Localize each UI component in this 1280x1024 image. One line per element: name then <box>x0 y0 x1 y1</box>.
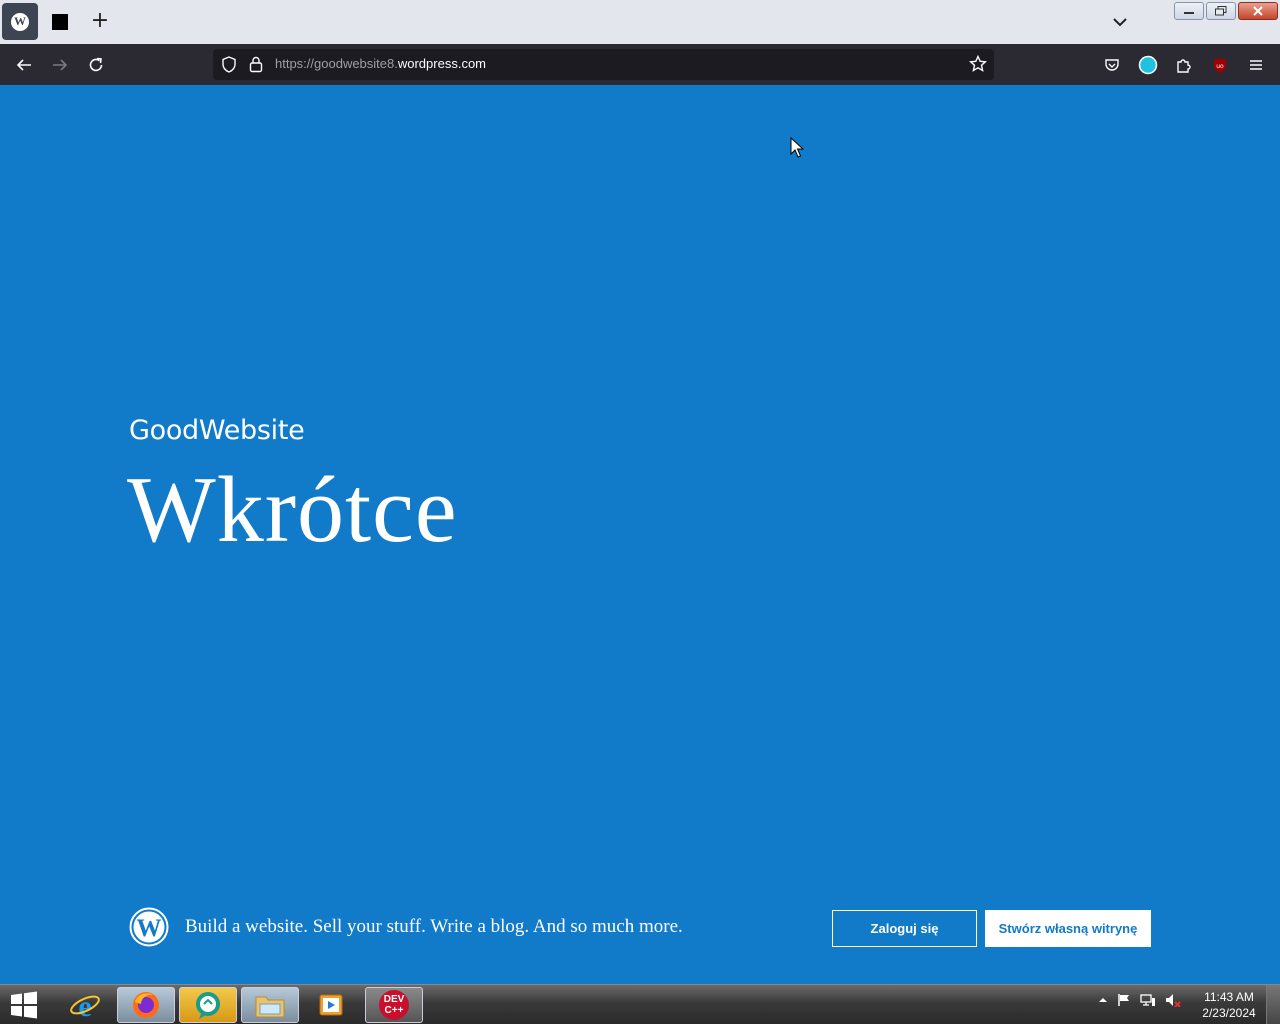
folder-icon <box>255 996 285 1018</box>
extensions-button[interactable] <box>1171 52 1197 78</box>
tab-strip: W + <box>0 0 1280 44</box>
url-domain: wordpress.com <box>397 56 486 71</box>
site-title: GoodWebsite <box>129 415 305 446</box>
close-icon <box>1253 6 1263 16</box>
tab-wordpress[interactable]: W <box>2 3 38 40</box>
taskbar-chat-app[interactable] <box>179 987 237 1023</box>
shield-icon[interactable] <box>221 56 237 73</box>
page-content: GoodWebsite Wkrótce W Build a website. S… <box>0 85 1280 984</box>
taskbar-file-explorer[interactable] <box>241 987 299 1023</box>
url-prefix: https://goodwebsite8. <box>275 56 398 71</box>
clock-time: 11:43 AM <box>1204 990 1254 1004</box>
chevron-down-icon[interactable] <box>1110 12 1130 32</box>
ublock-button[interactable]: uo <box>1207 52 1233 78</box>
reload-icon <box>89 57 103 72</box>
svg-text:e: e <box>78 990 91 1021</box>
forward-button[interactable] <box>47 52 73 78</box>
pocket-icon <box>1105 59 1119 71</box>
show-desktop-button[interactable] <box>1266 985 1280 1024</box>
account-button[interactable] <box>1135 52 1161 78</box>
action-center-flag-icon[interactable] <box>1117 993 1131 1007</box>
restore-button[interactable] <box>1206 2 1236 20</box>
media-player-icon <box>319 994 343 1016</box>
url-bar[interactable]: https://goodwebsite8.wordpress.com <box>213 49 994 80</box>
window-controls <box>1174 2 1278 20</box>
chat-bubble-icon <box>196 992 220 1019</box>
clock-date: 2/23/2024 <box>1202 1006 1256 1020</box>
dev-cpp-label-top: DEV <box>383 994 405 1005</box>
tray-expand-icon[interactable] <box>1098 995 1108 1005</box>
hamburger-icon <box>1250 60 1262 70</box>
wordpress-favicon-icon: W <box>11 12 29 31</box>
forward-arrow-icon <box>53 59 68 71</box>
promo-footer: W Build a website. Sell your stuff. Writ… <box>129 907 1151 947</box>
close-button[interactable] <box>1238 2 1278 20</box>
create-site-button[interactable]: Stwórz własną witrynę <box>985 910 1151 947</box>
internet-explorer-icon: e <box>70 990 100 1021</box>
menu-button[interactable] <box>1243 52 1269 78</box>
dev-cpp-label-bottom: C++ <box>384 1005 404 1016</box>
mouse-cursor-icon <box>790 137 804 158</box>
coming-soon-heading: Wkrótce <box>127 458 458 562</box>
wordpress-logo-icon[interactable]: W <box>129 907 169 947</box>
minimize-icon <box>1184 12 1194 14</box>
taskbar-dev-cpp[interactable]: DEV C++ <box>365 987 423 1023</box>
network-icon[interactable] <box>1140 993 1156 1007</box>
svg-text:uo: uo <box>1216 63 1224 70</box>
back-button[interactable] <box>11 52 37 78</box>
account-avatar-icon <box>1138 55 1158 75</box>
navigation-toolbar: https://goodwebsite8.wordpress.com uo <box>0 44 1280 85</box>
ublock-shield-icon: uo <box>1214 57 1226 73</box>
volume-muted-icon[interactable] <box>1165 993 1181 1007</box>
svg-text:W: W <box>137 915 162 942</box>
new-tab-button[interactable]: + <box>88 10 112 34</box>
pocket-button[interactable] <box>1099 52 1125 78</box>
firefox-icon <box>133 992 159 1018</box>
bookmark-star-icon[interactable] <box>969 55 987 73</box>
restore-icon <box>1215 6 1227 16</box>
puzzle-icon <box>1177 59 1191 73</box>
reload-button[interactable] <box>83 52 109 78</box>
taskbar-media-player[interactable] <box>302 987 360 1023</box>
taskbar: e DEV C++ 11:43 AM 2/23/2024 <box>0 984 1280 1024</box>
system-tray <box>1098 993 1181 1007</box>
windows-start-icon[interactable] <box>6 989 42 1021</box>
tagline-text: Build a website. Sell your stuff. Write … <box>185 916 683 937</box>
tab-blank[interactable] <box>52 14 68 30</box>
login-button[interactable]: Zaloguj się <box>832 910 977 947</box>
url-text[interactable]: https://goodwebsite8.wordpress.com <box>275 56 486 71</box>
taskbar-internet-explorer[interactable]: e <box>56 987 114 1023</box>
back-arrow-icon <box>16 59 31 71</box>
dev-cpp-icon: DEV C++ <box>379 990 409 1020</box>
lock-icon[interactable] <box>249 56 263 73</box>
taskbar-firefox[interactable] <box>117 987 175 1023</box>
system-clock[interactable]: 11:43 AM 2/23/2024 <box>1196 989 1262 1021</box>
minimize-button[interactable] <box>1174 2 1204 20</box>
